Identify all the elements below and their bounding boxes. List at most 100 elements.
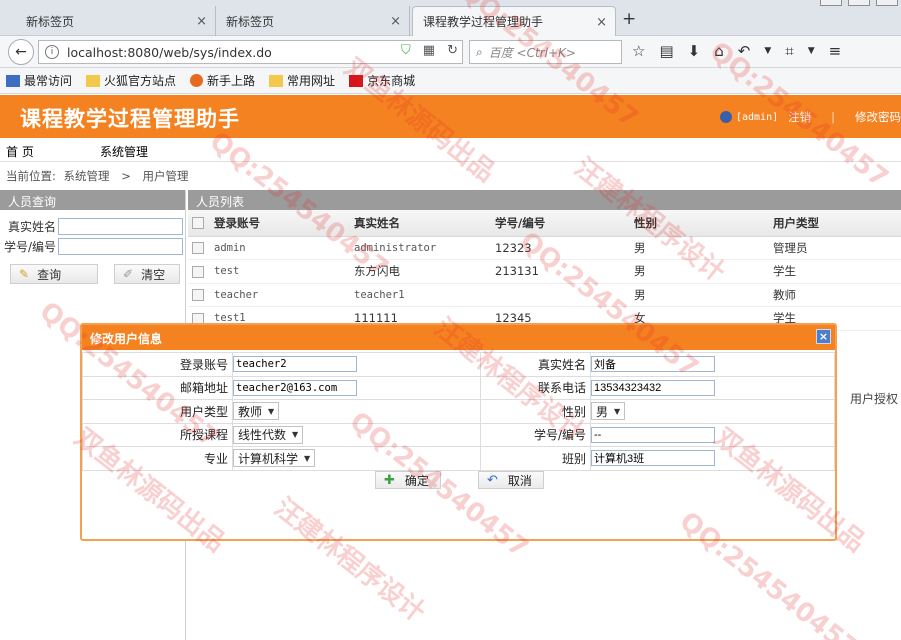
back-button[interactable]: ←: [8, 39, 34, 65]
confirm-button[interactable]: ✚ 确定: [375, 471, 441, 489]
real-name-row: 真实姓名: [0, 218, 183, 235]
user-type-value: 教师: [238, 404, 263, 419]
tab-close-icon[interactable]: ×: [390, 14, 401, 29]
cell-name: teacher1: [350, 283, 491, 307]
user-type-select[interactable]: 教师 ▼: [233, 402, 280, 421]
breadcrumb-item[interactable]: 系统管理: [64, 169, 110, 183]
gender-label: 性别: [480, 399, 591, 424]
browser-tab-1[interactable]: 新标签页 ×: [0, 6, 216, 36]
url-bar[interactable]: i localhost:8080/web/sys/index.do ⛉ ▦ ↻: [38, 40, 463, 64]
logout-link[interactable]: 注销: [788, 109, 811, 125]
tab-label: 课程教学过程管理助手: [423, 15, 544, 29]
column-header[interactable]: 登录账号: [210, 210, 350, 237]
search-bar[interactable]: ⌕ 百度 <Ctrl+K>: [469, 40, 622, 64]
user-table: 登录账号 真实姓名 学号/编号 性别 用户类型 admin administra…: [188, 210, 901, 331]
student-no-input[interactable]: [591, 426, 715, 443]
class-input[interactable]: [591, 450, 715, 467]
student-no-input[interactable]: [58, 238, 183, 255]
column-header[interactable]: 真实姓名: [350, 210, 491, 237]
hamburger-menu-icon[interactable]: ≡: [829, 42, 842, 60]
course-cell: 线性代数 ▼: [232, 422, 481, 447]
search-placeholder: 百度 <Ctrl+K>: [488, 45, 576, 60]
phone-input[interactable]: [591, 379, 715, 396]
real-name-input[interactable]: [58, 218, 183, 235]
clear-button[interactable]: ✐ 清空: [114, 264, 180, 284]
breadcrumb-arrow-icon: >: [121, 169, 131, 183]
undo-arrow-icon[interactable]: ↶: [738, 42, 751, 60]
download-icon[interactable]: ⬇: [688, 42, 701, 60]
search-icon: ✎: [19, 267, 30, 281]
clear-button-label: 清空: [141, 267, 166, 282]
course-value: 线性代数: [238, 428, 287, 443]
bookmark-label: 京东商城: [367, 74, 416, 88]
change-password-link[interactable]: 修改密码: [855, 109, 901, 125]
select-all-checkbox[interactable]: [192, 217, 204, 230]
qr-code-icon[interactable]: ▦: [423, 43, 435, 58]
new-tab-button[interactable]: +: [622, 9, 636, 29]
cell-number: [491, 283, 630, 307]
shield-icon[interactable]: ⛉: [401, 43, 411, 58]
user-icon: [719, 111, 732, 123]
real-name-input[interactable]: [591, 356, 715, 373]
bookmark-jd[interactable]: 京东商城: [349, 72, 415, 89]
form-row: 所授课程 线性代数 ▼ 学号/编号: [82, 422, 835, 447]
main-menu: 首 页 系统管理: [0, 138, 901, 162]
student-no-label: 学号/编号: [480, 422, 591, 447]
bookmark-firefox-site[interactable]: 火狐官方站点: [86, 72, 176, 89]
column-header[interactable]: 用户类型: [769, 210, 901, 237]
window-close-icon[interactable]: [876, 0, 898, 6]
email-input[interactable]: [233, 379, 357, 396]
modal-header: 修改用户信息 ×: [82, 325, 835, 350]
breadcrumb-label: 当前位置:: [6, 169, 56, 183]
bookmark-label: 火狐官方站点: [104, 74, 177, 88]
column-header[interactable]: 学号/编号: [491, 210, 630, 237]
bookmark-getting-started[interactable]: 新手上路: [190, 72, 255, 89]
arrow-left-icon: ←: [15, 44, 27, 60]
table-row[interactable]: admin administrator 12323 男 管理员: [188, 236, 901, 260]
bookmark-star-icon[interactable]: ☆: [632, 42, 645, 60]
url-text[interactable]: localhost:8080/web/sys/index.do: [67, 45, 272, 60]
row-checkbox[interactable]: [192, 289, 204, 302]
minimize-icon[interactable]: [820, 0, 842, 6]
user-authorization-link[interactable]: 用户授权: [850, 390, 898, 407]
screenshot-icon[interactable]: ⌗: [785, 42, 793, 60]
menu-home[interactable]: 首 页: [6, 143, 34, 160]
reload-icon[interactable]: ↻: [447, 43, 458, 58]
reading-list-icon[interactable]: ▤: [659, 42, 673, 60]
row-checkbox[interactable]: [192, 265, 204, 278]
row-checkbox[interactable]: [192, 242, 204, 255]
gender-select[interactable]: 男 ▼: [591, 402, 626, 421]
cell-name: 东方闪电: [350, 259, 491, 284]
home-icon[interactable]: ⌂: [714, 42, 724, 60]
tab-close-icon[interactable]: ×: [196, 14, 207, 29]
browser-tab-2[interactable]: 新标签页 ×: [216, 6, 410, 36]
student-no-row: 学号/编号: [0, 238, 183, 255]
select-all-cell: [188, 210, 210, 237]
table-header-row: 登录账号 真实姓名 学号/编号 性别 用户类型: [188, 210, 901, 237]
course-select[interactable]: 线性代数 ▼: [233, 425, 304, 444]
breadcrumb-item[interactable]: 用户管理: [142, 169, 188, 183]
undo-icon: ↶: [487, 472, 498, 488]
query-button[interactable]: ✎ 查询: [10, 264, 98, 284]
column-header[interactable]: 性别: [630, 210, 769, 237]
major-select[interactable]: 计算机科学 ▼: [233, 449, 316, 468]
close-icon[interactable]: ×: [816, 329, 831, 344]
dropdown-arrow-icon[interactable]: ▼: [764, 42, 771, 60]
cell-account: test: [210, 259, 350, 284]
bookmark-common-sites[interactable]: 常用网址: [269, 72, 335, 89]
table-row[interactable]: test 东方闪电 213131 男 学生: [188, 259, 901, 284]
info-icon[interactable]: i: [45, 45, 59, 59]
maximize-icon[interactable]: [848, 0, 870, 6]
student-no-cell: [590, 422, 835, 447]
tab-close-icon[interactable]: ×: [596, 15, 607, 30]
menu-system[interactable]: 系统管理: [100, 143, 148, 160]
form-row: 登录账号 真实姓名: [82, 352, 835, 377]
dropdown-arrow-icon[interactable]: ▼: [808, 42, 815, 60]
bookmark-label: 最常访问: [24, 74, 73, 88]
account-input[interactable]: [233, 356, 357, 373]
table-row[interactable]: teacher teacher1 男 教师: [188, 283, 901, 307]
bookmark-most-visited[interactable]: 最常访问: [6, 72, 72, 89]
browser-tab-active[interactable]: 课程教学过程管理助手 ×: [412, 6, 616, 36]
cancel-button[interactable]: ↶ 取消: [478, 471, 544, 489]
bookmarks-bar: 最常访问 火狐官方站点 新手上路 常用网址 京东商城: [0, 68, 901, 94]
